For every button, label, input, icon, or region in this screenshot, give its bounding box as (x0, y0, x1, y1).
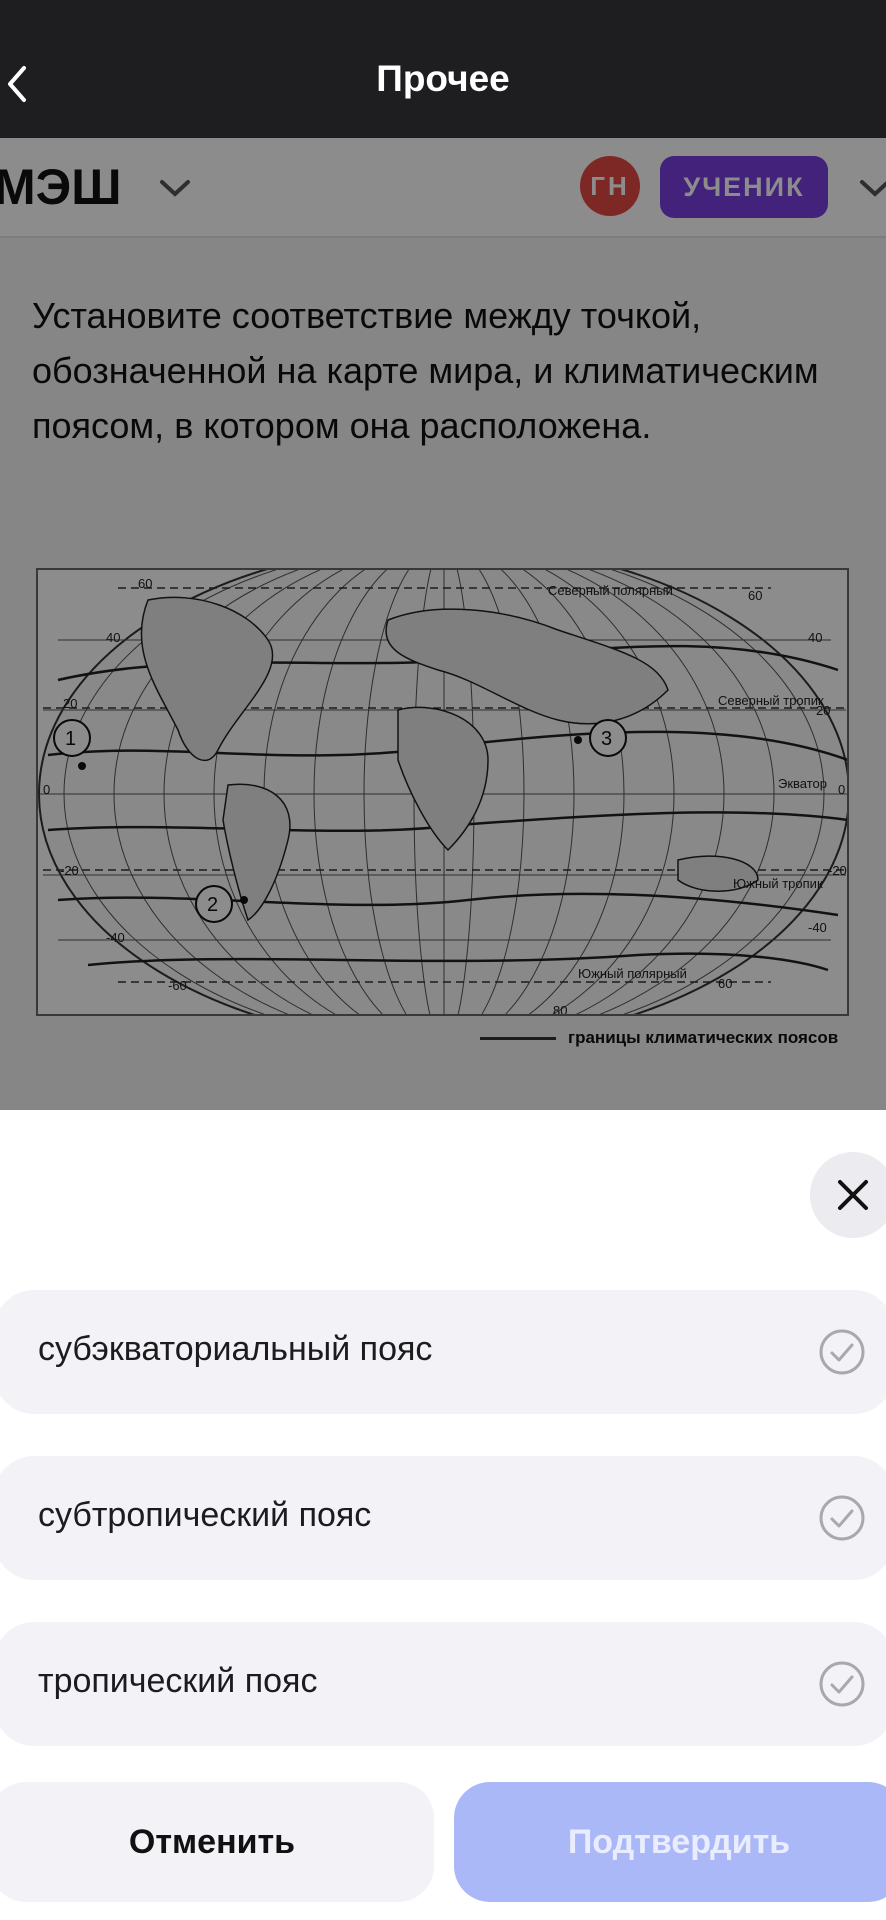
top-bar: Прочее (0, 0, 886, 138)
check-circle-icon (819, 1329, 865, 1375)
close-icon (838, 1180, 868, 1210)
page-title: Прочее (376, 58, 510, 99)
answer-sheet: субэкваториальный пояс субтропический по… (0, 1110, 886, 1920)
confirm-button[interactable]: Подтвердить (454, 1782, 886, 1902)
dim-overlay[interactable] (0, 138, 886, 1110)
answer-option-label: субэкваториальный пояс (38, 1330, 433, 1368)
check-circle-icon (819, 1495, 865, 1541)
page-content: МЭШ ГН УЧЕНИК Установите соответствие ме… (0, 138, 886, 1110)
answer-option[interactable]: субэкваториальный пояс (0, 1290, 886, 1414)
cancel-button[interactable]: Отменить (0, 1782, 434, 1902)
answer-option[interactable]: субтропический пояс (0, 1456, 886, 1580)
close-button[interactable] (810, 1152, 886, 1238)
answer-option-label: субтропический пояс (38, 1496, 372, 1534)
check-circle-icon (819, 1661, 865, 1707)
answer-option[interactable]: тропический пояс (0, 1622, 886, 1746)
answer-option-label: тропический пояс (38, 1662, 318, 1700)
